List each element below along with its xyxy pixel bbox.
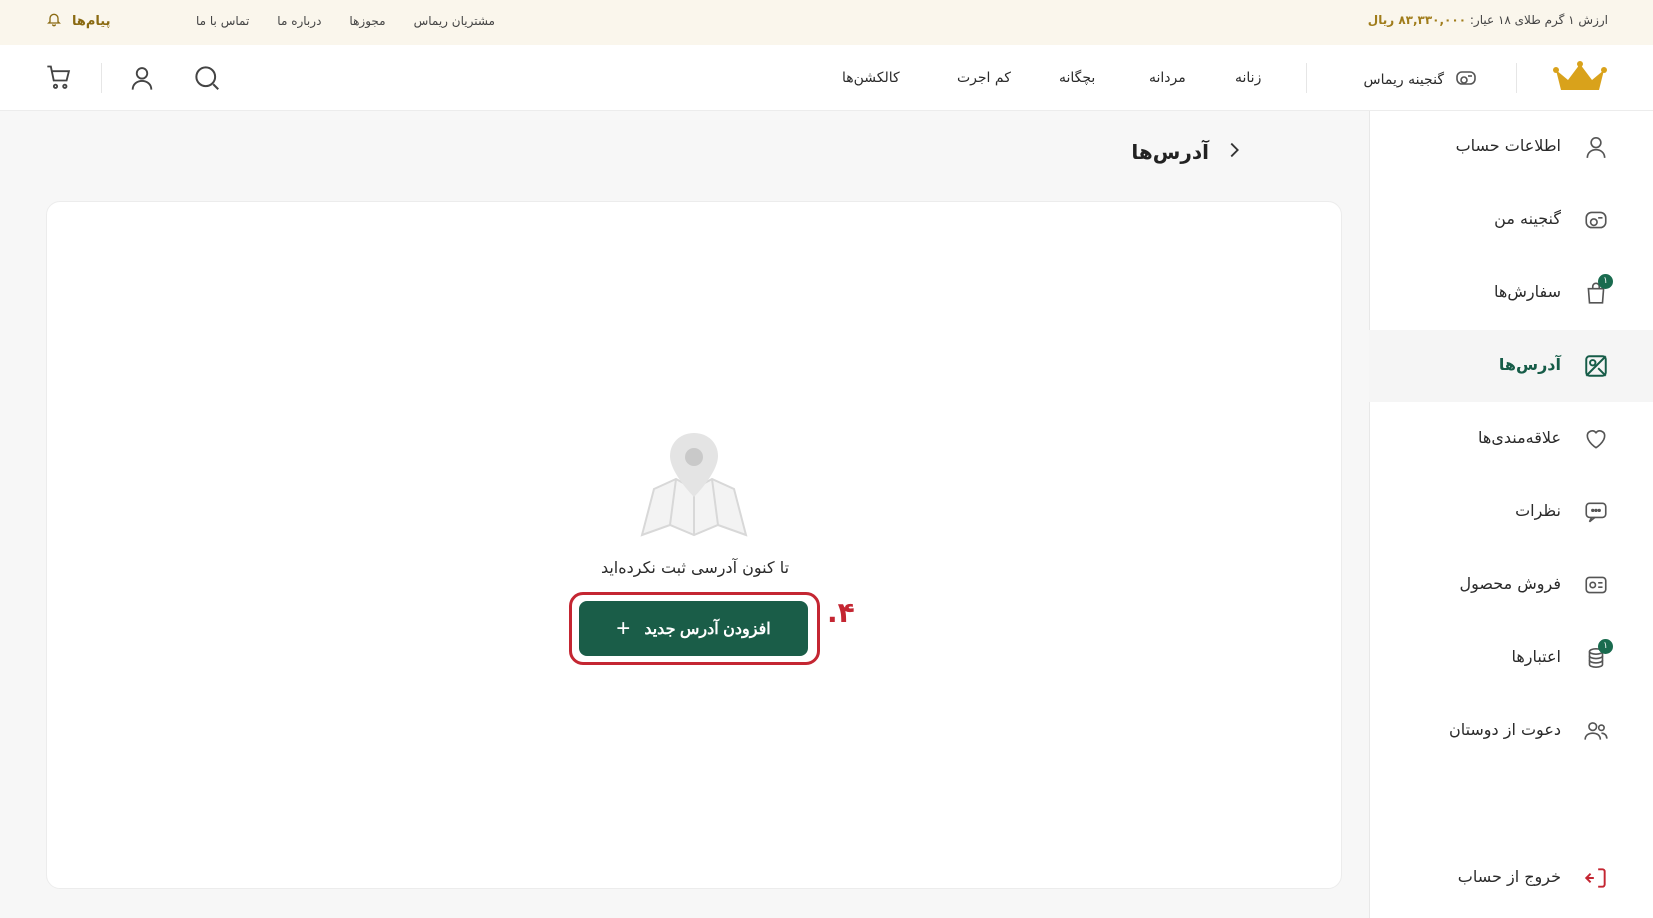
sidebar-item-label: گنجینه من	[1494, 209, 1561, 228]
sell-icon	[1583, 572, 1609, 598]
users-icon	[1583, 718, 1609, 744]
nav-women[interactable]: زنانه	[1235, 70, 1261, 86]
main-header: گنجینه ریماس زنانه مردانه بچگانه کم اجرت…	[0, 45, 1653, 111]
nav-kids[interactable]: بچگانه	[1059, 70, 1095, 86]
sidebar-item-addresses[interactable]: آدرس‌ها	[1369, 330, 1653, 402]
chevron-right-icon[interactable]	[1223, 139, 1245, 165]
top-link-licenses[interactable]: مجوزها	[349, 14, 385, 28]
sidebar-item-my-treasury[interactable]: گنجینه من	[1369, 184, 1653, 256]
gold-price-label: ارزش ۱ گرم طلای ۱۸ عیار:	[1469, 13, 1608, 27]
nav-men[interactable]: مردانه	[1149, 70, 1186, 86]
map-pin-icon	[640, 433, 748, 543]
cart-icon[interactable]	[45, 63, 73, 95]
announcement-bar: ارزش ۱ گرم طلای ۱۸ عیار: ۸۳,۳۳۰,۰۰۰ ریال…	[0, 0, 1653, 45]
page-header: آدرس‌ها	[1131, 139, 1245, 165]
heart-icon	[1583, 426, 1609, 452]
bell-icon	[46, 11, 62, 31]
orders-badge: ۱	[1598, 274, 1613, 289]
logout-icon	[1583, 865, 1609, 891]
brand-treasury-link[interactable]: گنجینه ریماس	[1364, 66, 1478, 94]
account-sidebar: اطلاعات حساب گنجینه من ۱ سفارش‌ها آدرس‌ه…	[1369, 111, 1653, 918]
gold-price: ارزش ۱ گرم طلای ۱۸ عیار: ۸۳,۳۳۰,۰۰۰ ریال	[1368, 13, 1608, 27]
nav-low-fee[interactable]: کم اجرت	[957, 70, 1011, 86]
sidebar-item-account-info[interactable]: اطلاعات حساب	[1369, 111, 1653, 183]
sidebar-item-label: نظرات	[1515, 501, 1561, 520]
brand-label: گنجینه ریماس	[1363, 72, 1444, 88]
sidebar-item-logout[interactable]: خروج از حساب	[1369, 842, 1653, 914]
addresses-card	[46, 201, 1342, 889]
add-address-button[interactable]: افزودن آدرس جدید +	[579, 601, 808, 656]
user-icon	[1583, 134, 1609, 160]
top-link-customers[interactable]: مشتریان ریماس	[414, 14, 495, 28]
sidebar-item-invite-friends[interactable]: دعوت از دوستان	[1369, 695, 1653, 767]
top-link-contact[interactable]: تماس با ما	[196, 14, 249, 28]
gold-price-value: ۸۳,۳۳۰,۰۰۰ ریال	[1367, 13, 1467, 27]
crown-logo-icon[interactable]	[1552, 60, 1608, 98]
sidebar-item-label: علاقه‌مندی‌ها	[1478, 428, 1561, 447]
treasury-icon	[1583, 207, 1609, 233]
credits-badge: ۱	[1598, 639, 1613, 654]
sidebar-item-favorites[interactable]: علاقه‌مندی‌ها	[1369, 403, 1653, 475]
sidebar-item-credits[interactable]: ۱ اعتبارها	[1369, 622, 1653, 694]
top-links: مشتریان ریماس مجوزها درباره ما تماس با م…	[168, 14, 495, 28]
sidebar-item-sell-product[interactable]: فروش محصول	[1369, 549, 1653, 621]
sidebar-item-label: اعتبارها	[1511, 647, 1561, 666]
sidebar-item-label: سفارش‌ها	[1494, 282, 1561, 301]
sidebar-item-label: فروش محصول	[1459, 574, 1561, 593]
messages-link[interactable]: پیام‌ها	[46, 11, 111, 31]
plus-icon: +	[616, 614, 631, 642]
comment-icon	[1583, 499, 1609, 525]
sidebar-item-comments[interactable]: نظرات	[1369, 476, 1653, 548]
messages-label: پیام‌ها	[72, 13, 111, 29]
map-icon	[1583, 353, 1609, 379]
sidebar-item-label: اطلاعات حساب	[1455, 136, 1561, 155]
user-icon[interactable]	[128, 63, 156, 97]
top-link-about[interactable]: درباره ما	[277, 14, 321, 28]
page-title: آدرس‌ها	[1131, 140, 1209, 164]
step-annotation: .۴	[827, 596, 855, 629]
add-address-label: افزودن آدرس جدید	[644, 620, 771, 638]
search-icon[interactable]	[192, 63, 222, 97]
sidebar-item-orders[interactable]: ۱ سفارش‌ها	[1369, 257, 1653, 329]
treasury-icon	[1454, 66, 1478, 94]
logout-label: خروج از حساب	[1457, 867, 1561, 886]
nav-collections[interactable]: کالکشن‌ها	[842, 70, 900, 86]
sidebar-item-label: دعوت از دوستان	[1448, 720, 1561, 739]
empty-state-text: تا کنون آدرسی ثبت نکرده‌اید	[600, 558, 790, 577]
sidebar-item-label: آدرس‌ها	[1498, 355, 1561, 374]
